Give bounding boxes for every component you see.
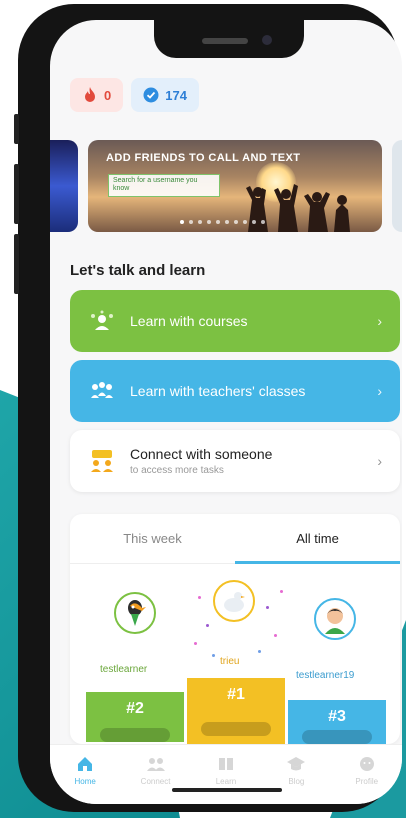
- connect-text-group: Connect with someone to access more task…: [130, 446, 377, 476]
- chevron-right-icon: ›: [377, 313, 382, 329]
- people-icon: [146, 755, 165, 773]
- podium-rank-3: #3: [288, 700, 386, 744]
- username-rank-2: testlearner: [100, 664, 148, 675]
- teachers-class-icon: [88, 377, 116, 405]
- streak-badge[interactable]: 0: [70, 78, 124, 112]
- stats-bar: 0 174: [70, 78, 199, 112]
- tabbar-item-learn[interactable]: Learn: [198, 755, 254, 804]
- confetti-dot: [194, 642, 197, 645]
- username-rank-3: testlearner19: [296, 670, 355, 681]
- tabbar-label: Blog: [288, 777, 305, 786]
- username-rank-1: trieu: [220, 656, 240, 667]
- home-icon: [76, 755, 94, 773]
- carousel-dot[interactable]: [225, 220, 229, 224]
- avatar-rank-3[interactable]: [314, 598, 356, 640]
- learn-with-teachers-label: Learn with teachers' classes: [130, 383, 306, 399]
- tabbar-item-profile[interactable]: Profile: [339, 755, 395, 804]
- tab-this-week[interactable]: This week: [70, 514, 235, 563]
- leaderboard-card: This week All time testlearner trieu tes…: [70, 514, 400, 744]
- leaderboard-tabs: This week All time: [70, 514, 400, 564]
- score-pill: [302, 730, 372, 744]
- phone-mute-switch: [14, 114, 19, 144]
- score-pill: [201, 722, 271, 736]
- chevron-right-icon: ›: [377, 383, 382, 399]
- learn-with-courses-label: Learn with courses: [130, 313, 248, 329]
- fire-icon: [82, 87, 98, 103]
- phone-volume-down: [14, 234, 19, 294]
- tabbar-label: Learn: [215, 777, 237, 786]
- home-indicator[interactable]: [172, 788, 282, 792]
- section-title: Let's talk and learn: [70, 262, 206, 279]
- confetti-dot: [258, 650, 261, 653]
- tabbar-item-home[interactable]: Home: [57, 755, 113, 804]
- phone-frame: 0 174 ADD FRIENDS TO CALL AND TEXT Searc…: [14, 4, 402, 812]
- banner-tag: Search for a username you know: [108, 174, 220, 197]
- connect-people-icon: [88, 447, 116, 475]
- connect-with-someone-button[interactable]: Connect with someone to access more task…: [70, 430, 400, 492]
- streak-count: 0: [104, 87, 112, 103]
- score-pill: [100, 728, 170, 742]
- carousel-dots: [180, 220, 265, 224]
- carousel-prev-slide[interactable]: [50, 140, 78, 232]
- phone-volume-up: [14, 164, 19, 224]
- carousel-dot[interactable]: [252, 220, 256, 224]
- carousel-dot[interactable]: [234, 220, 238, 224]
- carousel-dot[interactable]: [207, 220, 211, 224]
- phone-notch: [154, 20, 304, 58]
- book-icon: [217, 755, 235, 773]
- profile-face-icon: [358, 755, 376, 773]
- tab-all-time[interactable]: All time: [235, 514, 400, 564]
- tabbar-label: Home: [74, 777, 96, 786]
- podium-rank-1: #1: [187, 678, 285, 744]
- promo-carousel[interactable]: ADD FRIENDS TO CALL AND TEXT Search for …: [50, 140, 402, 232]
- podium-rank-2: #2: [86, 692, 184, 742]
- carousel-dot[interactable]: [198, 220, 202, 224]
- confetti-dot: [274, 634, 277, 637]
- speaker-grille: [202, 38, 248, 44]
- tabbar-item-connect[interactable]: Connect: [128, 755, 184, 804]
- bottom-tab-bar: Home Connect Learn Blog Profile: [50, 744, 402, 804]
- app-screen: 0 174 ADD FRIENDS TO CALL AND TEXT Searc…: [50, 20, 402, 804]
- avatar-rank-1[interactable]: [213, 580, 255, 622]
- confetti-dot: [280, 590, 283, 593]
- carousel-next-slide[interactable]: [392, 140, 402, 232]
- carousel-dot[interactable]: [243, 220, 247, 224]
- points-badge[interactable]: 174: [131, 78, 199, 112]
- tabbar-item-blog[interactable]: Blog: [268, 755, 324, 804]
- check-badge-icon: [143, 87, 159, 103]
- banner-title: ADD FRIENDS TO CALL AND TEXT: [106, 152, 301, 164]
- tabbar-label: Connect: [140, 777, 171, 786]
- graduation-cap-icon: [287, 755, 306, 773]
- connect-subtitle: to access more tasks: [130, 465, 224, 476]
- confetti-dot: [212, 654, 215, 657]
- tabbar-label: Profile: [355, 777, 379, 786]
- chevron-right-icon: ›: [377, 453, 382, 469]
- carousel-dot[interactable]: [216, 220, 220, 224]
- confetti-dot: [198, 596, 201, 599]
- confetti-dot: [266, 606, 269, 609]
- avatar-rank-2[interactable]: [114, 592, 156, 634]
- front-camera: [262, 35, 272, 45]
- courses-icon: [88, 307, 116, 335]
- connect-title: Connect with someone: [130, 446, 273, 462]
- confetti-dot: [206, 624, 209, 627]
- carousel-dot[interactable]: [261, 220, 265, 224]
- learn-with-courses-button[interactable]: Learn with courses ›: [70, 290, 400, 352]
- carousel-dot[interactable]: [189, 220, 193, 224]
- points-count: 174: [165, 87, 187, 103]
- carousel-dot[interactable]: [180, 220, 184, 224]
- promo-banner[interactable]: ADD FRIENDS TO CALL AND TEXT Search for …: [88, 140, 382, 232]
- learn-with-teachers-button[interactable]: Learn with teachers' classes ›: [70, 360, 400, 422]
